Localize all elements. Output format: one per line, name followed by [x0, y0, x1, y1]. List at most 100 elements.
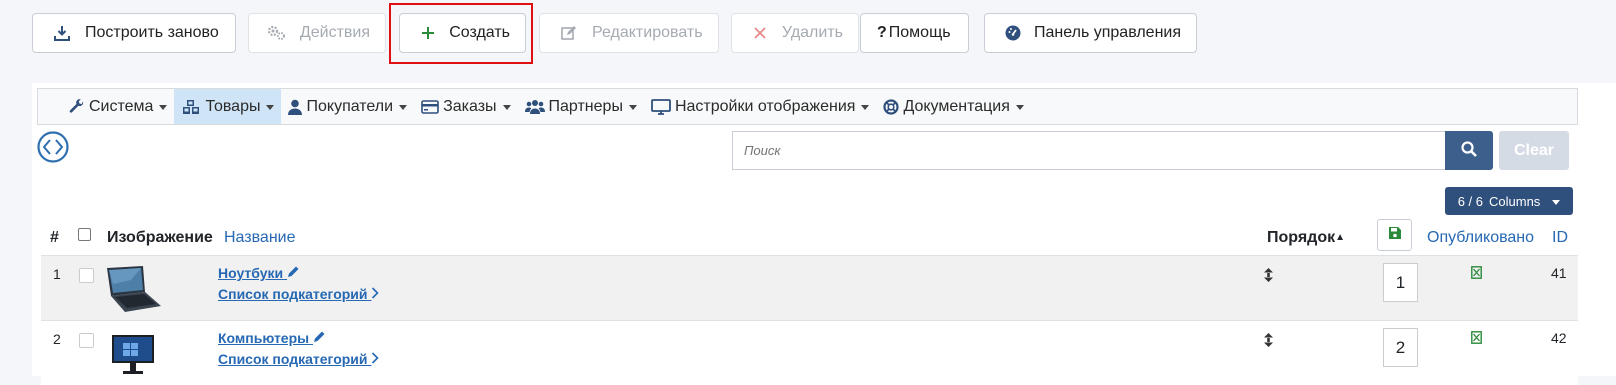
- column-header-num: #: [50, 229, 59, 246]
- pencil-icon: [313, 330, 326, 346]
- caret-down-icon: [861, 105, 870, 110]
- drag-handle-icon[interactable]: [1264, 268, 1273, 285]
- row-id: 41: [1551, 265, 1567, 281]
- menu-item-display-settings[interactable]: Настройки отображения: [644, 89, 877, 124]
- create-label: Создать: [449, 24, 510, 41]
- row-number: 2: [53, 331, 61, 347]
- toolbar: Построить заново Действия Создать Редакт…: [0, 0, 1616, 64]
- wrench-icon: [69, 98, 85, 115]
- plus-icon: [418, 26, 437, 40]
- caret-down-icon: [266, 105, 275, 110]
- menu-item-orders[interactable]: Заказы: [414, 89, 517, 124]
- caret-down-icon: [399, 105, 408, 110]
- rebuild-label: Построить заново: [85, 24, 219, 41]
- row-id: 42: [1551, 330, 1567, 346]
- column-header-id[interactable]: ID: [1552, 229, 1568, 247]
- cubes-icon: [181, 99, 201, 115]
- category-title-link[interactable]: Компьютеры: [218, 330, 326, 346]
- table-row: 1 Ноутбуки Список подкатегорий 1 41: [41, 255, 1578, 320]
- search-icon: [1461, 140, 1477, 161]
- lifebuoy-icon: [883, 98, 900, 115]
- menu-item-documentation[interactable]: Документация: [876, 89, 1030, 124]
- close-icon: [750, 27, 770, 39]
- menu-item-label: Заказы: [443, 97, 497, 115]
- main-panel: Система Товары Покупатели Заказы Партнер…: [32, 83, 1616, 385]
- save-icon: [1388, 226, 1402, 244]
- order-input[interactable]: 2: [1383, 328, 1418, 367]
- pencil-icon: [287, 265, 300, 281]
- rebuild-button[interactable]: Построить заново: [32, 13, 236, 53]
- save-order-button[interactable]: [1377, 219, 1412, 251]
- download-icon: [51, 25, 73, 41]
- subcategories-link[interactable]: Список подкатегорий: [218, 286, 380, 302]
- menu-item-products[interactable]: Товары: [174, 89, 282, 124]
- columns-label: Columns: [1489, 193, 1541, 209]
- chevron-right-icon: [371, 351, 380, 367]
- credit-card-icon: [421, 99, 439, 114]
- edit-label: Редактировать: [592, 24, 703, 41]
- table-row: 2 Компьютеры Список подкатегорий 2 42: [41, 320, 1578, 385]
- computer-thumbnail: [111, 333, 173, 381]
- caret-down-icon: [502, 105, 511, 110]
- row-checkbox[interactable]: [79, 333, 94, 348]
- published-icon[interactable]: [1471, 266, 1482, 282]
- menu-item-label: Товары: [205, 97, 261, 115]
- menu-item-label: Настройки отображения: [674, 97, 856, 115]
- columns-toggle-button[interactable]: 6 / 6 Columns: [1445, 187, 1573, 215]
- edit-button[interactable]: Редактировать: [539, 13, 719, 53]
- column-header-published[interactable]: Опубликовано: [1427, 229, 1534, 247]
- help-label: Помощь: [888, 24, 951, 41]
- column-header-order[interactable]: Порядок▲: [1267, 229, 1345, 247]
- menu-item-label: Партнеры: [548, 97, 623, 115]
- drag-handle-icon[interactable]: [1264, 333, 1273, 350]
- column-header-image: Изображение: [107, 229, 213, 246]
- category-title: Компьютеры: [218, 330, 310, 346]
- sort-asc-icon: ▲: [1335, 232, 1346, 243]
- subcategories-link[interactable]: Список подкатегорий: [218, 351, 380, 367]
- menu-item-partners[interactable]: Партнеры: [518, 89, 644, 124]
- delete-label: Удалить: [781, 24, 843, 41]
- row-number: 1: [53, 266, 61, 282]
- select-all-checkbox[interactable]: [78, 228, 91, 241]
- main-menu: Система Товары Покупатели Заказы Партнер…: [37, 88, 1578, 125]
- actions-button[interactable]: Действия: [248, 13, 386, 53]
- delete-button[interactable]: Удалить: [731, 13, 859, 53]
- caret-down-icon: [628, 105, 637, 110]
- users-icon: [524, 99, 545, 115]
- desktop-icon: [651, 98, 671, 115]
- menu-item-label: Система: [89, 97, 154, 115]
- caret-down-icon: [159, 105, 168, 110]
- clear-button[interactable]: Clear: [1499, 131, 1569, 170]
- menu-item-customers[interactable]: Покупатели: [281, 89, 414, 124]
- control-panel-button[interactable]: Панель управления: [984, 13, 1197, 53]
- search-input[interactable]: [732, 131, 1445, 170]
- create-button[interactable]: Создать: [399, 13, 526, 53]
- dashboard-icon: [1003, 25, 1022, 41]
- category-title-link[interactable]: Ноутбуки: [218, 265, 300, 281]
- caret-down-icon: [1015, 105, 1024, 110]
- published-icon[interactable]: [1471, 331, 1482, 347]
- order-input[interactable]: 1: [1383, 263, 1418, 302]
- menu-item-label: Документация: [903, 97, 1010, 115]
- row-checkbox[interactable]: [79, 268, 94, 283]
- gears-icon: [267, 25, 288, 41]
- edit-icon: [558, 25, 580, 41]
- laptop-thumbnail: [101, 266, 163, 314]
- menu-item-label: Покупатели: [306, 97, 394, 115]
- help-button[interactable]: ? Помощь: [860, 13, 969, 53]
- user-icon: [288, 99, 303, 115]
- columns-count: 6 / 6: [1457, 193, 1483, 209]
- subcategories-label: Список подкатегорий: [218, 351, 368, 367]
- caret-down-icon: [1552, 199, 1561, 205]
- search-button[interactable]: [1445, 131, 1493, 170]
- expand-collapse-icon[interactable]: [37, 131, 69, 163]
- chevron-right-icon: [371, 286, 380, 302]
- category-title: Ноутбуки: [218, 265, 284, 281]
- column-header-order-label: Порядок: [1267, 229, 1336, 246]
- column-header-name[interactable]: Название: [224, 229, 296, 247]
- menu-item-system[interactable]: Система: [62, 89, 174, 124]
- actions-label: Действия: [299, 24, 370, 41]
- subcategories-label: Список подкатегорий: [218, 286, 368, 302]
- control-panel-label: Панель управления: [1034, 24, 1181, 41]
- question-icon: ?: [877, 24, 887, 41]
